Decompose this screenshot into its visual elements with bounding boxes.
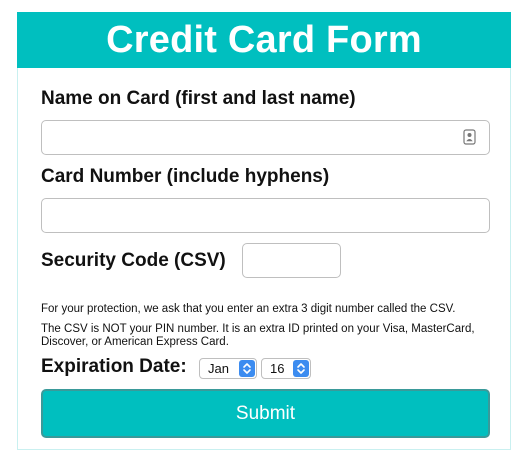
- csv-help-line-1: For your protection, we ask that you ent…: [41, 303, 456, 315]
- card-number-input[interactable]: [41, 198, 490, 233]
- security-code-input[interactable]: [242, 243, 341, 278]
- expiration-date-label: Expiration Date:: [41, 356, 187, 377]
- submit-button[interactable]: Submit: [41, 389, 490, 438]
- card-number-label: Card Number (include hyphens): [41, 166, 330, 187]
- expiration-day-select[interactable]: 16: [261, 358, 311, 379]
- chevron-updown-icon: [239, 360, 255, 377]
- csv-help-line-3: Discover, or American Express Card.: [41, 336, 229, 348]
- expiration-day-value: 16: [270, 361, 285, 376]
- expiration-month-select[interactable]: Jan: [199, 358, 257, 379]
- form-header: Credit Card Form: [17, 12, 511, 68]
- name-on-card-input[interactable]: [41, 120, 490, 155]
- contact-card-icon[interactable]: [463, 129, 476, 145]
- csv-help-line-2: The CSV is NOT your PIN number. It is an…: [41, 323, 475, 335]
- security-code-label: Security Code (CSV): [41, 250, 226, 271]
- page-title: Credit Card Form: [106, 19, 422, 61]
- chevron-updown-icon: [293, 360, 309, 377]
- name-on-card-label: Name on Card (first and last name): [41, 88, 356, 109]
- expiration-month-value: Jan: [208, 361, 229, 376]
